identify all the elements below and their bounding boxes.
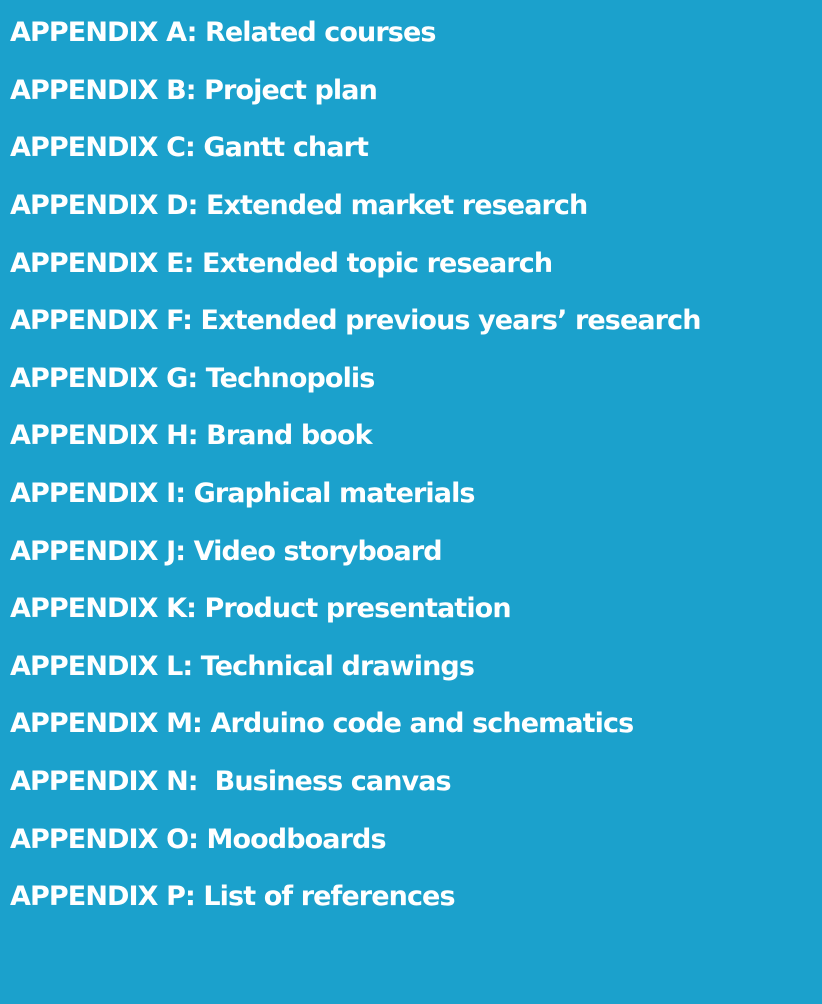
appendix-item-e: APPENDIX E: Extended topic research xyxy=(10,247,553,279)
appendix-item-k: APPENDIX K: Product presentation xyxy=(10,593,512,625)
appendix-item-a: APPENDIX A: Related courses xyxy=(10,17,436,49)
appendix-item-h: APPENDIX H: Brand book xyxy=(10,420,373,452)
appendix-page: APPENDIX A: Related courses APPENDIX B: … xyxy=(0,0,822,1004)
appendix-item-m: APPENDIX M: Arduino code and schematics xyxy=(10,708,634,740)
appendix-item-b: APPENDIX B: Project plan xyxy=(10,74,378,106)
appendix-item-j: APPENDIX J: Video storyboard xyxy=(10,535,443,567)
appendix-item-g: APPENDIX G: Technopolis xyxy=(10,362,375,394)
appendix-item-c: APPENDIX C: Gantt chart xyxy=(10,132,369,164)
appendix-item-l: APPENDIX L: Technical drawings xyxy=(10,650,475,682)
appendix-item-d: APPENDIX D: Extended market research xyxy=(10,190,588,222)
appendix-item-i: APPENDIX I: Graphical materials xyxy=(10,478,476,510)
appendix-item-n: APPENDIX N: Business canvas xyxy=(10,766,452,798)
appendix-item-p: APPENDIX P: List of references xyxy=(10,881,456,913)
appendix-list: APPENDIX A: Related courses APPENDIX B: … xyxy=(10,4,822,926)
appendix-item-f: APPENDIX F: Extended previous years’ res… xyxy=(10,305,701,337)
appendix-item-o: APPENDIX O: Moodboards xyxy=(10,823,387,855)
